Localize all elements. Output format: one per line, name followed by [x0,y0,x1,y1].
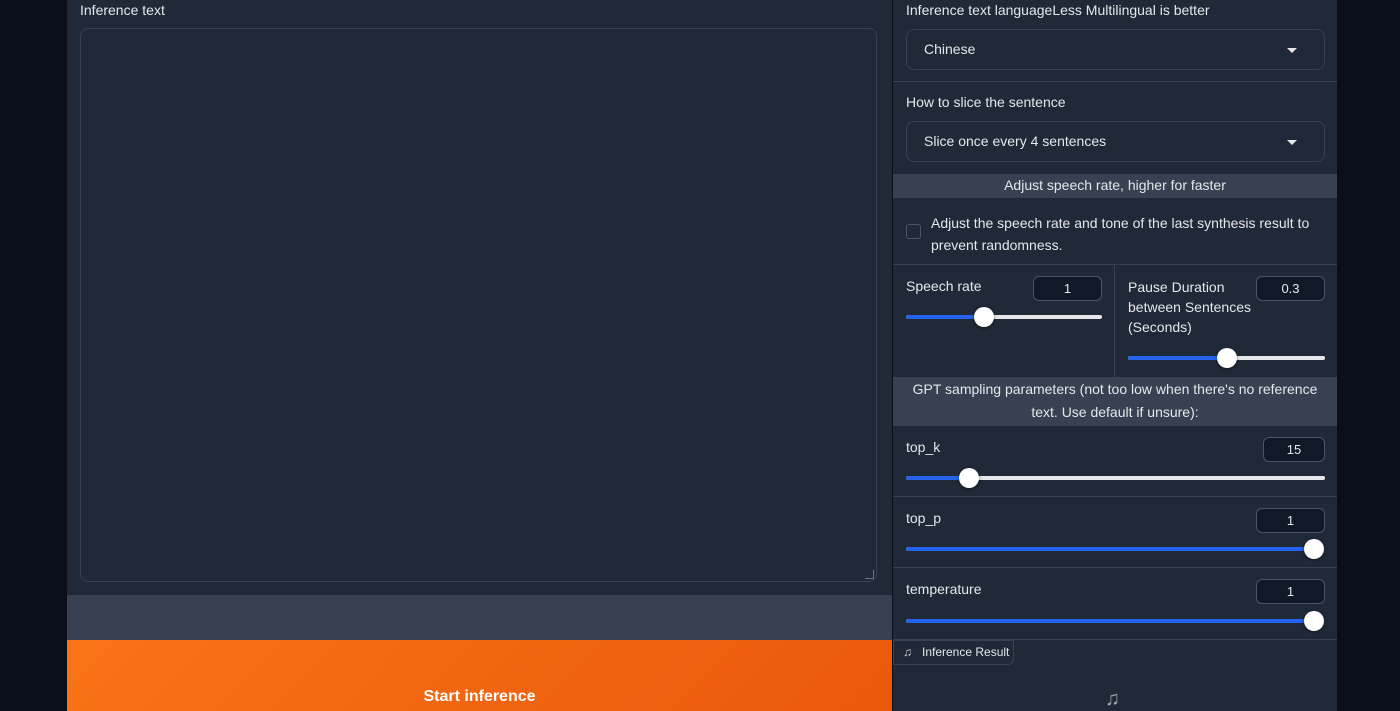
divider [893,264,1337,265]
inference-result-tab: ♫ Inference Result [893,640,1014,665]
chevron-down-icon [1287,48,1297,53]
divider [893,496,1337,497]
speech-rate-fill [906,315,985,319]
music-note-icon: ♫ [903,645,912,659]
speech-rate-input[interactable]: 1 [1033,276,1102,301]
pause-duration-thumb[interactable] [1216,348,1237,368]
top-k-thumb[interactable] [958,468,979,488]
temperature-slider[interactable] [906,611,1324,631]
language-value: Chinese [924,41,976,57]
temperature-input[interactable]: 1 [1256,579,1325,604]
inference-text-input[interactable] [80,28,877,582]
inference-text-label: Inference text [80,2,165,18]
top-k-label: top_k [906,439,941,455]
music-note-icon: ♫ [1105,688,1120,710]
resize-handle[interactable] [865,570,874,579]
speech-rate-slider[interactable] [906,307,1102,327]
pause-duration-label: Pause Duration between Sentences (Second… [1128,279,1251,335]
top-k-slider[interactable] [906,468,1325,488]
adjust-rate-checkbox[interactable] [906,224,921,239]
chevron-down-icon [1287,140,1297,145]
language-dropdown[interactable]: Chinese [906,29,1325,70]
speech-rate-heading: Adjust speech rate, higher for faster [893,174,1337,198]
start-inference-button[interactable]: Start inference [67,640,892,711]
left-footer-area [67,595,892,640]
top-k-input[interactable]: 15 [1263,437,1325,462]
divider [893,567,1337,568]
language-label: Inference text languageLess Multilingual… [906,2,1210,18]
top-p-slider[interactable] [906,539,1324,559]
top-p-input[interactable]: 1 [1256,508,1325,533]
pause-duration-fill [1128,356,1227,360]
gpt-params-heading: GPT sampling parameters (not too low whe… [893,377,1337,426]
slice-value: Slice once every 4 sentences [924,133,1107,149]
speech-rate-label: Speech rate [906,278,982,294]
temperature-fill [906,619,1314,623]
top-p-label: top_p [906,510,942,526]
slice-label: How to slice the sentence [906,94,1066,110]
temperature-thumb[interactable] [1304,611,1324,631]
adjust-rate-checkbox-label[interactable]: Adjust the speech rate and tone of the l… [931,212,1321,256]
divider [1114,265,1115,377]
slice-dropdown[interactable]: Slice once every 4 sentences [906,121,1325,162]
pause-duration-slider[interactable] [1128,348,1325,368]
top-p-fill [906,547,1314,551]
inference-result-label: Inference Result [922,645,1010,659]
top-p-thumb[interactable] [1304,539,1324,559]
pause-duration-input[interactable]: 0.3 [1256,276,1325,301]
temperature-label: temperature [906,581,982,597]
divider [893,81,1337,82]
